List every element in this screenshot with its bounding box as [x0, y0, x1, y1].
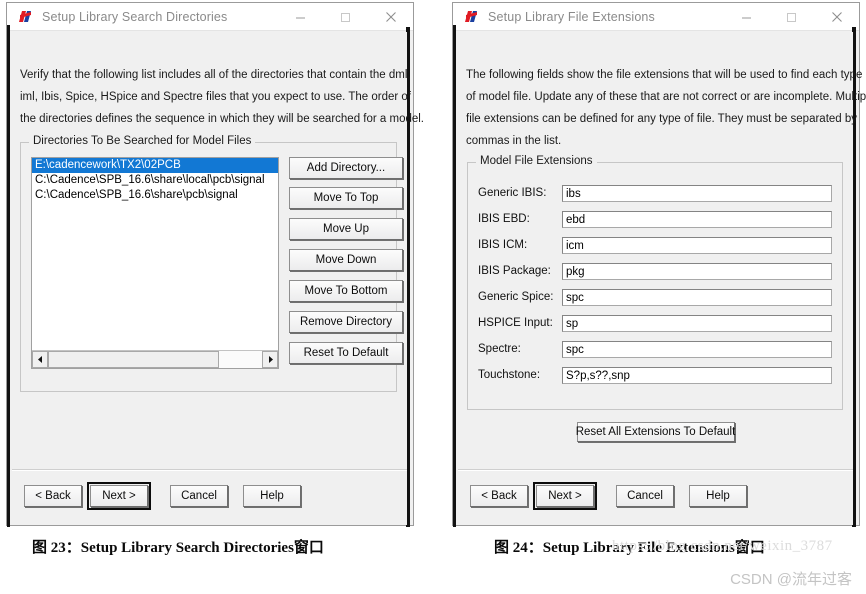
listbox-horizontal-scrollbar[interactable] [32, 350, 278, 368]
ibis-icm-input[interactable]: icm [562, 237, 832, 254]
cadence-app-icon [18, 9, 34, 25]
instruction-line: of model file. Update any of these that … [466, 91, 866, 103]
move-up-button[interactable]: Move Up [289, 218, 403, 240]
instruction-line: file extensions can be defined for any t… [466, 113, 858, 125]
field-label: IBIS Package: [478, 265, 551, 277]
instruction-line: the directories defines the sequence in … [20, 113, 425, 125]
scrollbar-track[interactable] [48, 351, 262, 368]
generic-ibis-input[interactable]: ibs [562, 185, 832, 202]
move-to-top-button[interactable]: Move To Top [289, 187, 403, 209]
instruction-text-right: The following fields show the file exten… [466, 64, 866, 152]
instruction-text-left: Verify that the following list includes … [20, 64, 425, 130]
back-button[interactable]: < Back [24, 485, 82, 507]
cancel-button[interactable]: Cancel [170, 485, 228, 507]
generic-spice-input[interactable]: spc [562, 289, 832, 306]
field-generic-ibis: Generic IBIS: ibs [478, 185, 834, 204]
field-ibis-ebd: IBIS EBD: ebd [478, 211, 834, 230]
minimize-icon[interactable] [278, 3, 323, 31]
instruction-line: Verify that the following list includes … [20, 69, 411, 81]
titlebar-left[interactable]: Setup Library Search Directories [7, 3, 413, 31]
remove-directory-button[interactable]: Remove Directory [289, 311, 403, 333]
window-edge-left [7, 25, 10, 527]
setup-library-file-extensions-dialog: Setup Library File Extensions The follow… [452, 2, 866, 527]
ibis-ebd-input[interactable]: ebd [562, 211, 832, 228]
titlebar-right[interactable]: Setup Library File Extensions [453, 3, 859, 31]
move-down-button[interactable]: Move Down [289, 249, 403, 271]
footer-left: < Back Next > Cancel Help [12, 471, 407, 525]
maximize-icon[interactable] [769, 3, 814, 31]
instruction-line: commas in the list. [466, 135, 562, 147]
field-label: Spectre: [478, 343, 521, 355]
dialog-body-right: The following fields show the file exten… [458, 32, 866, 525]
figure-caption-left: 图 23：Setup Library Search Directories窗口 [32, 540, 324, 556]
help-button[interactable]: Help [243, 485, 301, 507]
field-label: Generic Spice: [478, 291, 554, 303]
window-title: Setup Library File Extensions [488, 9, 655, 24]
cadence-app-icon [464, 9, 480, 25]
instruction-line: The following fields show the file exten… [466, 69, 863, 81]
field-spectre: Spectre: spc [478, 341, 834, 360]
directories-group-title: Directories To Be Searched for Model Fil… [29, 135, 256, 147]
list-item[interactable]: C:\Cadence\SPB_16.6\share\pcb\signal [32, 188, 278, 203]
field-generic-spice: Generic Spice: spc [478, 289, 834, 308]
field-touchstone: Touchstone: S?p,s??,snp [478, 367, 834, 386]
touchstone-input[interactable]: S?p,s??,snp [562, 367, 832, 384]
scroll-right-arrow-icon[interactable] [262, 351, 278, 368]
field-ibis-icm: IBIS ICM: icm [478, 237, 834, 256]
maximize-icon[interactable] [323, 3, 368, 31]
help-button[interactable]: Help [689, 485, 747, 507]
field-label: IBIS ICM: [478, 239, 528, 251]
field-label: Touchstone: [478, 369, 541, 381]
window-controls-left [278, 3, 413, 31]
field-label: HSPICE Input: [478, 317, 553, 329]
window-controls-right [724, 3, 859, 31]
field-hspice-input: HSPICE Input: sp [478, 315, 834, 334]
window-edge-left [453, 25, 456, 527]
model-file-extensions-group: Model File Extensions Generic IBIS: ibs … [467, 155, 843, 410]
scrollbar-thumb[interactable] [48, 351, 220, 368]
instruction-line: iml, Ibis, Spice, HSpice and Spectre fil… [20, 91, 411, 103]
field-label: Generic IBIS: [478, 187, 547, 199]
next-button[interactable]: Next > [87, 482, 151, 510]
footer-right: < Back Next > Cancel Help [458, 471, 853, 525]
reset-all-extensions-button[interactable]: Reset All Extensions To Default [576, 422, 735, 442]
list-item[interactable]: E:\cadencework\TX2\02PCB [32, 158, 278, 173]
csdn-watermark: CSDN @流年过客 [730, 571, 852, 588]
dialog-body-left: Verify that the following list includes … [12, 32, 425, 525]
spectre-input[interactable]: spc [562, 341, 832, 358]
field-ibis-package: IBIS Package: pkg [478, 263, 834, 282]
next-button[interactable]: Next > [533, 482, 597, 510]
window-title: Setup Library Search Directories [42, 9, 228, 24]
reset-to-default-button[interactable]: Reset To Default [289, 342, 403, 364]
ibis-package-input[interactable]: pkg [562, 263, 832, 280]
cancel-button[interactable]: Cancel [616, 485, 674, 507]
model-file-extensions-group-title: Model File Extensions [476, 155, 597, 167]
scroll-left-arrow-icon[interactable] [32, 351, 48, 368]
directories-group: Directories To Be Searched for Model Fil… [20, 135, 403, 392]
add-directory-button[interactable]: Add Directory... [289, 157, 403, 179]
url-watermark: https://blog.csdn.net/weixin_3787 [612, 538, 833, 554]
hspice-input-input[interactable]: sp [562, 315, 832, 332]
field-label: IBIS EBD: [478, 213, 530, 225]
minimize-icon[interactable] [724, 3, 769, 31]
list-item[interactable]: C:\Cadence\SPB_16.6\share\local\pcb\sign… [32, 173, 278, 188]
directories-listbox[interactable]: E:\cadencework\TX2\02PCB C:\Cadence\SPB_… [31, 157, 279, 369]
setup-library-search-directories-dialog: Setup Library Search Directories Verify … [6, 2, 425, 527]
move-to-bottom-button[interactable]: Move To Bottom [289, 280, 403, 302]
back-button[interactable]: < Back [470, 485, 528, 507]
